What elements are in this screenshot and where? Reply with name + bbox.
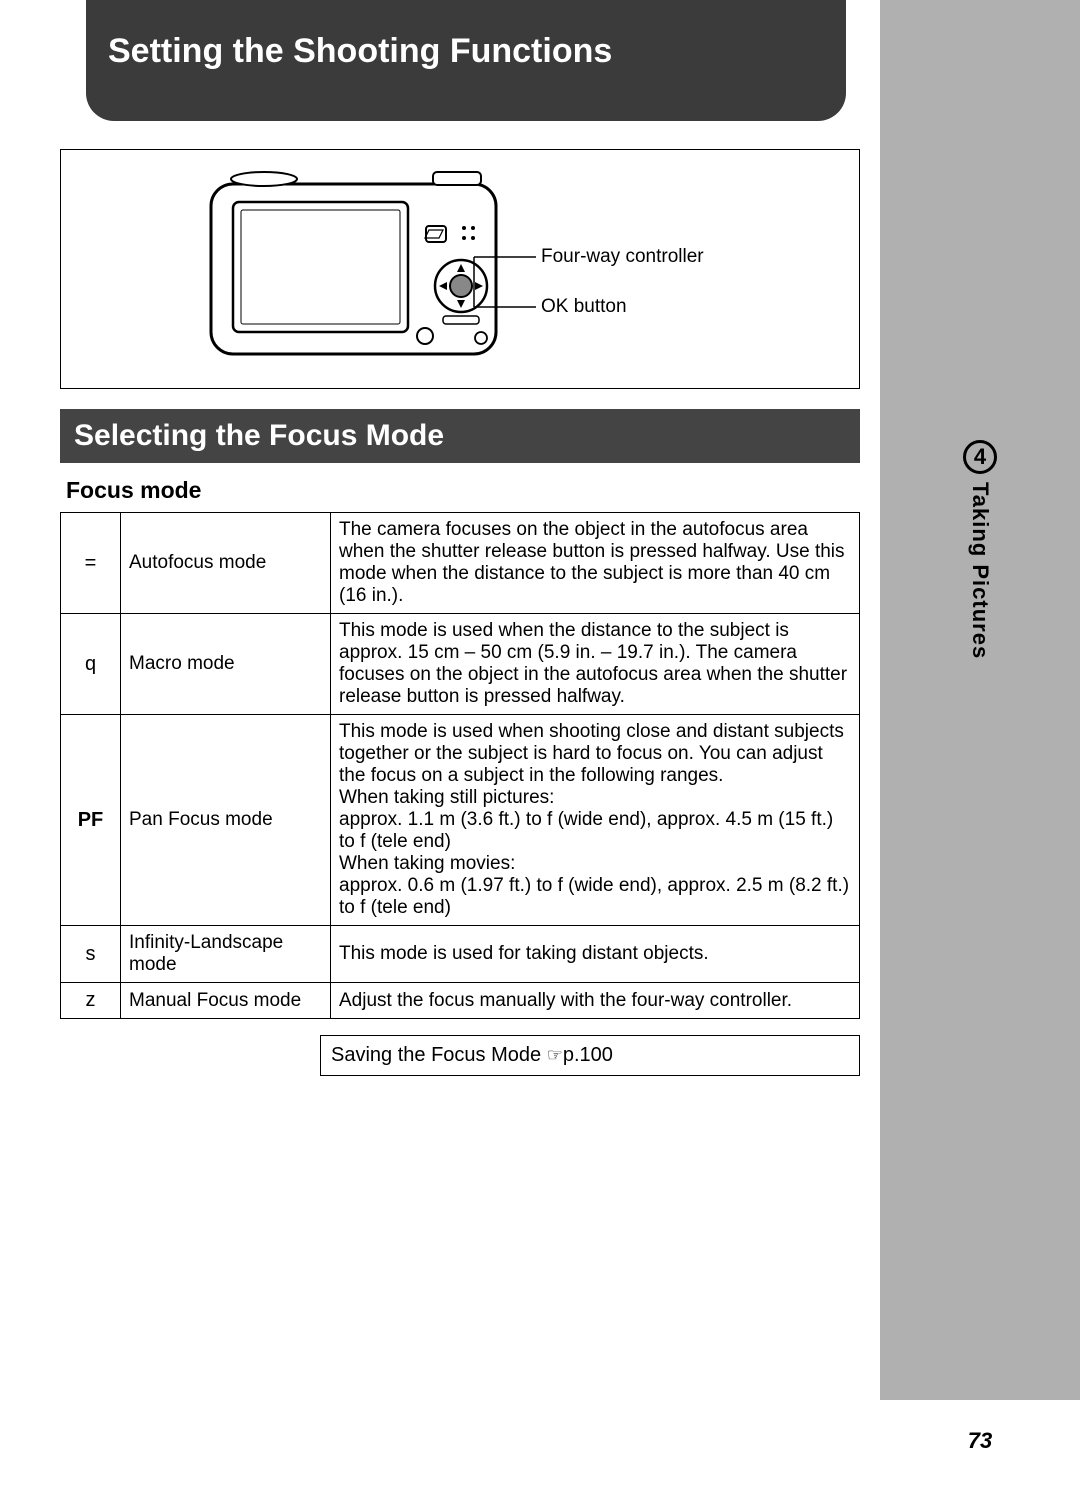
table-row: = Autofocus mode The camera focuses on t… — [61, 513, 860, 614]
section-heading: Selecting the Focus Mode — [60, 409, 860, 463]
chapter-number-badge: 4 — [963, 440, 997, 474]
mode-name: Macro mode — [121, 614, 331, 715]
mode-symbol: = — [61, 513, 121, 614]
side-strip — [880, 0, 1080, 1486]
mode-desc: This mode is used when shooting close an… — [331, 715, 860, 926]
table-row: s Infinity-Landscape mode This mode is u… — [61, 926, 860, 983]
mode-desc: This mode is used for taking distant obj… — [331, 926, 860, 983]
focus-mode-table: = Autofocus mode The camera focuses on t… — [60, 512, 860, 1019]
camera-illustration — [201, 166, 511, 376]
table-row: PF Pan Focus mode This mode is used when… — [61, 715, 860, 926]
callout-four-way: Four-way controller — [541, 246, 704, 268]
mode-desc: The camera focuses on the object in the … — [331, 513, 860, 614]
mode-desc: Adjust the focus manually with the four-… — [331, 983, 860, 1019]
mode-name: Manual Focus mode — [121, 983, 331, 1019]
chapter-title: Setting the Shooting Functions — [86, 0, 846, 121]
camera-diagram: Four-way controller OK button — [60, 149, 860, 389]
table-caption: Focus mode — [66, 477, 880, 504]
mode-name: Infinity-Landscape mode — [121, 926, 331, 983]
reference-page: p.100 — [563, 1044, 613, 1066]
mode-symbol: q — [61, 614, 121, 715]
chapter-label: Taking Pictures — [963, 482, 997, 659]
callout-ok-button: OK button — [541, 296, 627, 318]
mode-name: Autofocus mode — [121, 513, 331, 614]
mode-desc: This mode is used when the distance to t… — [331, 614, 860, 715]
mode-symbol: s — [61, 926, 121, 983]
mode-symbol: z — [61, 983, 121, 1019]
table-row: q Macro mode This mode is used when the … — [61, 614, 860, 715]
chapter-tab: 4 Taking Pictures — [880, 440, 1080, 659]
pointer-icon: ☞ — [547, 1045, 563, 1065]
reference-text: Saving the Focus Mode — [331, 1044, 547, 1066]
cross-reference: Saving the Focus Mode ☞p.100 — [320, 1035, 860, 1076]
mode-name: Pan Focus mode — [121, 715, 331, 926]
page-number: 73 — [880, 1400, 1080, 1486]
table-row: z Manual Focus mode Adjust the focus man… — [61, 983, 860, 1019]
mode-symbol: PF — [61, 715, 121, 926]
